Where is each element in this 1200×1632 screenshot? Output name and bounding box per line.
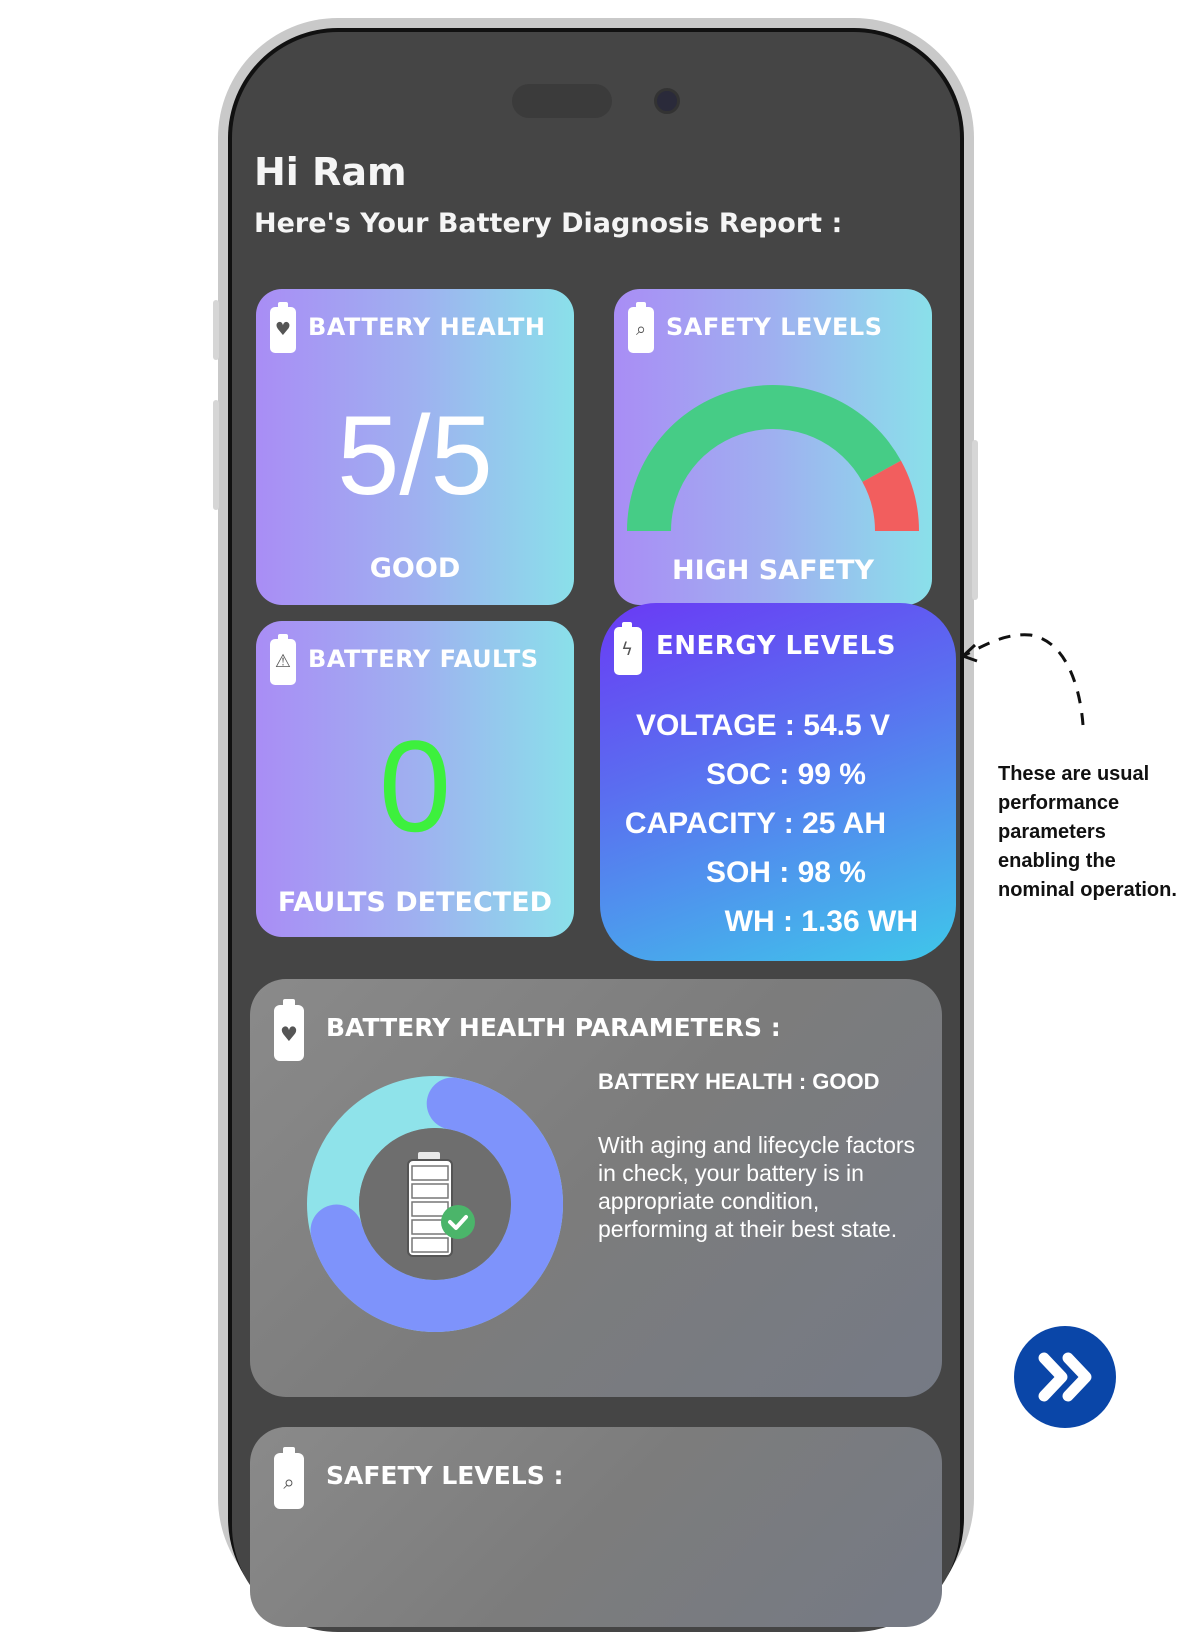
energy-soc: SOC : 99 % bbox=[705, 758, 866, 791]
annotation-note: These are usual performance parameters e… bbox=[998, 763, 1177, 901]
phone-side-button bbox=[972, 440, 978, 600]
gauge-risk-arc bbox=[862, 460, 919, 532]
battery-faults-card[interactable]: ⚠ BATTERY FAULTS 0 FAULTS DETECTED bbox=[256, 621, 574, 937]
battery-warning-icon: ⚠ bbox=[270, 634, 296, 685]
phone-side-button bbox=[213, 300, 219, 360]
health-score: 5/5 bbox=[337, 393, 493, 518]
health-donut bbox=[307, 1076, 563, 1332]
health-status-text: BATTERY HEALTH : GOOD bbox=[598, 1069, 880, 1094]
battery-heart-icon: ♥ bbox=[270, 302, 296, 353]
phone-side-button bbox=[213, 400, 219, 510]
next-button[interactable] bbox=[1014, 1326, 1116, 1428]
gauge-safe-arc bbox=[627, 385, 901, 532]
safety-levels-card[interactable]: ⌕ SAFETY LEVELS HIGH SAFETY bbox=[614, 289, 932, 605]
faults-status: FAULTS DETECTED bbox=[277, 887, 553, 918]
safety-gauge bbox=[627, 385, 919, 532]
card-title: BATTERY HEALTH bbox=[308, 313, 546, 341]
health-parameters-panel[interactable]: ♥ BATTERY HEALTH PARAMETERS : BATTERY HE… bbox=[250, 979, 942, 1397]
battery-magnifier-icon: ⌕ bbox=[274, 1447, 304, 1509]
health-description: With aging and lifecycle factors in chec… bbox=[598, 1132, 916, 1242]
energy-levels-card[interactable]: ϟ ENERGY LEVELS VOLTAGE : 54.5 V SOC : 9… bbox=[600, 603, 956, 961]
greeting: Hi Ram bbox=[254, 150, 407, 194]
battery-health-card[interactable]: ♥ BATTERY HEALTH 5/5 GOOD bbox=[256, 289, 574, 605]
panel-title: SAFETY LEVELS : bbox=[326, 1461, 564, 1490]
panel-title: BATTERY HEALTH PARAMETERS : bbox=[326, 1013, 781, 1042]
energy-wh: WH : 1.36 WH bbox=[724, 905, 918, 938]
camera-icon bbox=[654, 88, 680, 114]
card-title: SAFETY LEVELS bbox=[666, 313, 883, 341]
safety-status: HIGH SAFETY bbox=[672, 555, 874, 586]
energy-capacity: CAPACITY : 25 AH bbox=[624, 807, 886, 840]
fault-count: 0 bbox=[378, 713, 452, 859]
card-title: BATTERY FAULTS bbox=[308, 645, 539, 673]
safety-levels-panel[interactable]: ⌕ SAFETY LEVELS : bbox=[250, 1427, 942, 1627]
double-chevron-right-icon bbox=[1038, 1352, 1092, 1402]
battery-charge-icon: ϟ bbox=[614, 622, 642, 675]
card-title: ENERGY LEVELS bbox=[656, 631, 896, 661]
battery-magnifier-icon: ⌕ bbox=[628, 302, 654, 353]
annotation-arrow bbox=[960, 633, 1085, 726]
page-subtitle: Here's Your Battery Diagnosis Report : bbox=[254, 208, 843, 239]
energy-soh: SOH : 98 % bbox=[705, 856, 866, 889]
battery-heart-icon: ♥ bbox=[274, 999, 304, 1061]
dynamic-island bbox=[512, 84, 612, 118]
health-status: GOOD bbox=[369, 553, 461, 584]
energy-voltage: VOLTAGE : 54.5 V bbox=[636, 709, 890, 742]
